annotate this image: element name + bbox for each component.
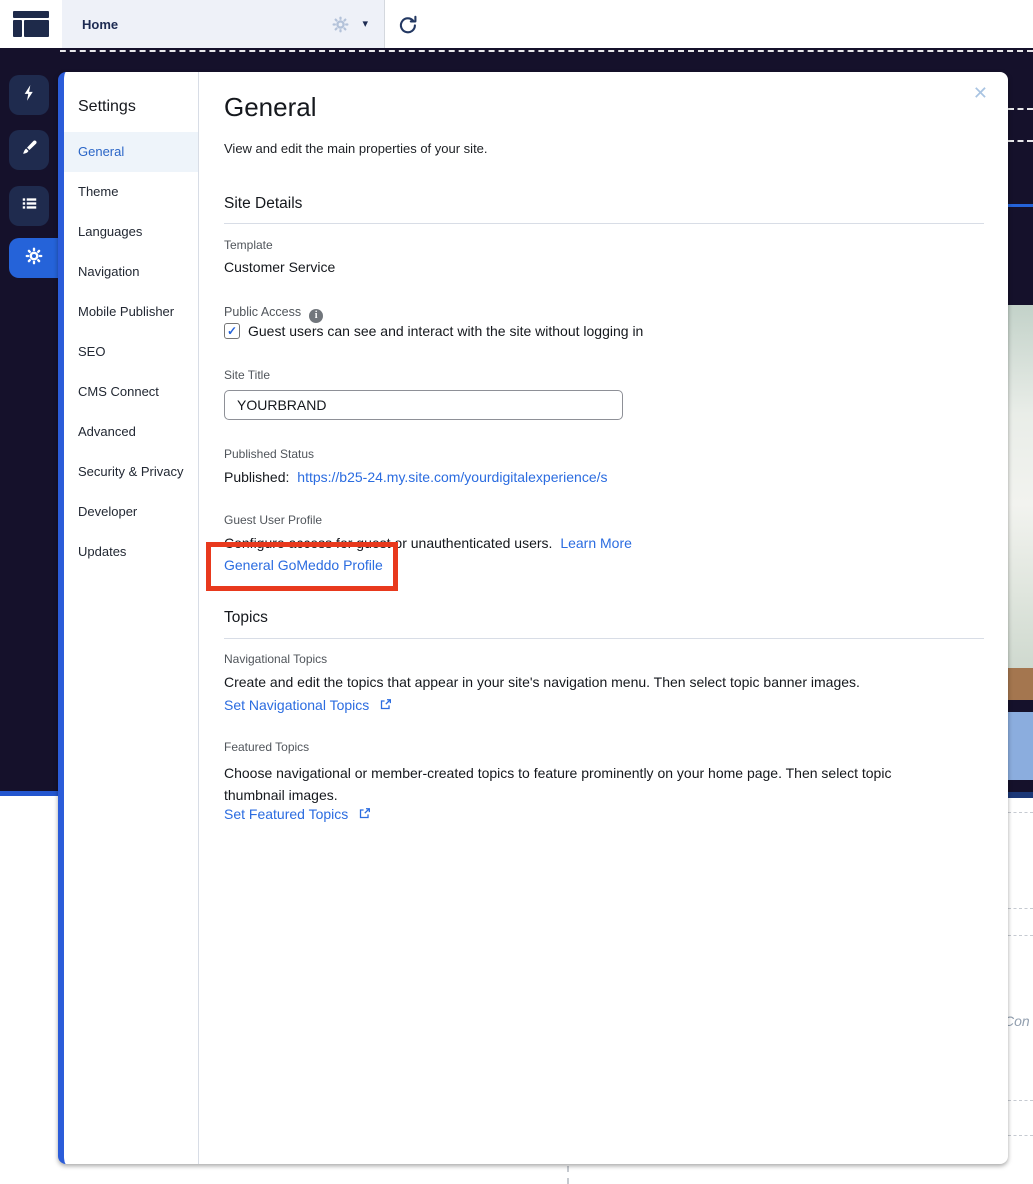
general-settings-panel: ✕ General View and edit the main propert… <box>200 72 1008 1164</box>
topics-heading: Topics <box>224 609 268 627</box>
menu-item-mobile-publisher[interactable]: Mobile Publisher <box>64 292 198 332</box>
close-icon[interactable]: ✕ <box>973 84 988 102</box>
set-navigational-topics-row: Set Navigational Topics <box>224 697 392 716</box>
page-subtitle: View and edit the main properties of you… <box>224 141 488 156</box>
template-value: Customer Service <box>224 259 335 275</box>
published-status-row: Published: https://b25-24.my.site.com/yo… <box>224 469 608 485</box>
public-access-option: ✓ Guest users can see and interact with … <box>224 323 643 339</box>
theme-editor-button[interactable] <box>9 130 49 170</box>
preview-image-strip <box>1008 668 1033 700</box>
menu-item-cms-connect[interactable]: CMS Connect <box>64 372 198 412</box>
settings-menu-title: Settings <box>78 98 136 116</box>
menu-item-seo[interactable]: SEO <box>64 332 198 372</box>
set-navigational-topics-link[interactable]: Set Navigational Topics <box>224 697 369 713</box>
preview-dashed-guide <box>567 1166 569 1184</box>
menu-item-languages[interactable]: Languages <box>64 212 198 252</box>
navigational-topics-desc: Create and edit the topics that appear i… <box>224 674 964 690</box>
divider <box>224 638 984 639</box>
components-button[interactable] <box>9 186 49 226</box>
site-title-label: Site Title <box>224 368 270 382</box>
public-access-label: Public Access <box>224 305 301 319</box>
published-url-link[interactable]: https://b25-24.my.site.com/yourdigitalex… <box>297 469 607 485</box>
menu-item-general[interactable]: General <box>64 132 198 172</box>
preview-dashed-guide <box>1008 935 1033 936</box>
preview-dashed-guide <box>1008 1135 1033 1136</box>
settings-button[interactable] <box>9 238 58 278</box>
public-access-checkbox-label: Guest users can see and interact with th… <box>248 323 643 339</box>
settings-modal: Settings General Theme Languages Navigat… <box>58 72 1008 1164</box>
published-status-label: Published Status <box>224 447 314 461</box>
list-icon <box>20 194 39 218</box>
menu-item-updates[interactable]: Updates <box>64 532 198 572</box>
featured-topics-label: Featured Topics <box>224 740 309 754</box>
preview-section-border <box>1008 792 1033 798</box>
external-link-icon <box>358 807 371 824</box>
menu-item-advanced[interactable]: Advanced <box>64 412 198 452</box>
settings-menu: Settings General Theme Languages Navigat… <box>64 72 199 1164</box>
gear-icon <box>24 246 44 271</box>
preview-dashed-guide <box>1008 140 1033 142</box>
preview-dashed-guide <box>1008 108 1033 110</box>
refresh-icon[interactable] <box>396 13 420 37</box>
external-link-icon <box>379 698 392 715</box>
quick-actions-button[interactable] <box>9 75 49 115</box>
preview-section-border <box>0 791 60 796</box>
lightning-icon <box>19 83 39 108</box>
public-access-checkbox[interactable]: ✓ <box>224 323 240 339</box>
preview-hero-image <box>1008 305 1033 668</box>
guest-user-profile-label: Guest User Profile <box>224 513 322 527</box>
menu-item-theme[interactable]: Theme <box>64 172 198 212</box>
preview-dark-strip <box>1008 700 1033 712</box>
menu-item-security-privacy[interactable]: Security & Privacy <box>64 452 198 492</box>
chevron-down-icon[interactable]: ▾ <box>362 19 368 30</box>
template-label: Template <box>224 238 273 252</box>
navigational-topics-label: Navigational Topics <box>224 652 327 666</box>
site-details-heading: Site Details <box>224 195 302 213</box>
preview-dashed-guide <box>0 50 1033 52</box>
public-access-row: Public Access i <box>224 303 323 323</box>
published-prefix: Published: <box>224 469 289 485</box>
set-featured-topics-row: Set Featured Topics <box>224 806 371 825</box>
highlight-annotation-rectangle <box>206 542 398 591</box>
page-tab-label: Home <box>82 17 118 32</box>
page-title: General <box>224 92 317 123</box>
site-title-input[interactable] <box>224 390 623 420</box>
featured-topics-desc: Choose navigational or member-created to… <box>224 762 929 806</box>
preview-dashed-guide <box>1008 908 1033 909</box>
preview-dark-strip <box>1008 780 1033 792</box>
preview-dashed-guide <box>1008 1100 1033 1101</box>
learn-more-link[interactable]: Learn More <box>560 535 632 551</box>
preview-section-border <box>1008 204 1033 207</box>
brush-icon <box>20 138 39 162</box>
preview-blue-strip <box>1008 712 1033 780</box>
top-bar: Home ▾ <box>0 0 1033 48</box>
page-tab-home[interactable]: Home ▾ <box>62 0 385 48</box>
set-featured-topics-link[interactable]: Set Featured Topics <box>224 806 348 822</box>
experience-builder-logo-icon <box>12 9 50 39</box>
menu-item-developer[interactable]: Developer <box>64 492 198 532</box>
menu-item-navigation[interactable]: Navigation <box>64 252 198 292</box>
divider <box>224 223 984 224</box>
info-icon[interactable]: i <box>309 309 323 323</box>
preview-dashed-guide <box>1008 812 1033 813</box>
page-settings-gear-icon[interactable] <box>331 15 350 34</box>
